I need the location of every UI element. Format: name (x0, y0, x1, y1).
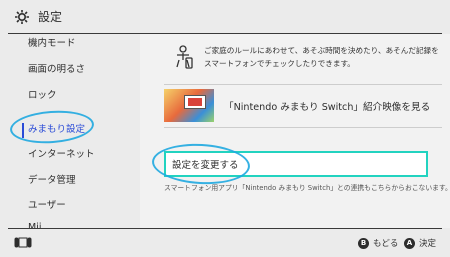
sidebar-item-brightness[interactable]: 画面の明るさ (28, 62, 85, 78)
footer: B もどる A 決定 (0, 229, 450, 257)
video-thumbnail (164, 89, 214, 122)
content-panel: ご家庭のルールにあわせて、あそぶ時間を決めたり、あそんだ記録をスマートフォンでチ… (140, 34, 450, 228)
b-button-icon: B (358, 237, 369, 249)
sidebar: 機内モード 画面の明るさ ロック みまもり設定 インターネット データ管理 ユー… (0, 34, 140, 228)
switch-console-icon (14, 237, 32, 248)
divider (164, 127, 442, 128)
sidebar-item-airplane-mode[interactable]: 機内モード (28, 36, 76, 52)
page-title: 設定 (38, 10, 63, 24)
video-link[interactable]: 「Nintendo みまもり Switch」紹介映像を見る (164, 89, 442, 122)
change-settings-button[interactable]: 設定を変更する (164, 151, 428, 177)
ok-label: 決定 (419, 239, 437, 249)
sidebar-item-internet[interactable]: インターネット (28, 147, 95, 163)
sidebar-item-mii[interactable]: Mii (28, 220, 41, 228)
active-indicator (22, 123, 24, 138)
back-button[interactable]: B もどる (358, 237, 398, 249)
back-label: もどる (373, 239, 399, 249)
header: 設定 (0, 0, 450, 33)
intro-section: ご家庭のルールにあわせて、あそぶ時間を決めたり、あそんだ記録をスマートフォンでチ… (164, 44, 439, 76)
divider (164, 84, 442, 85)
sidebar-item-parental-controls[interactable]: みまもり設定 (28, 122, 85, 138)
sidebar-item-data-management[interactable]: データ管理 (28, 173, 76, 189)
a-button-icon: A (404, 237, 415, 249)
family-icon (176, 45, 193, 69)
gear-icon (15, 9, 29, 24)
video-link-label: 「Nintendo みまもり Switch」紹介映像を見る (224, 101, 431, 113)
change-settings-label: 設定を変更する (172, 160, 239, 171)
sidebar-item-users[interactable]: ユーザー (28, 198, 66, 214)
intro-text: ご家庭のルールにあわせて、あそぶ時間を決めたり、あそんだ記録をスマートフォンでチ… (204, 46, 439, 68)
app-link-note: スマートフォン用アプリ「Nintendo みまもり Switch」との連携もこち… (164, 184, 450, 192)
sidebar-item-lock[interactable]: ロック (28, 88, 57, 104)
ok-button[interactable]: A 決定 (404, 237, 436, 249)
